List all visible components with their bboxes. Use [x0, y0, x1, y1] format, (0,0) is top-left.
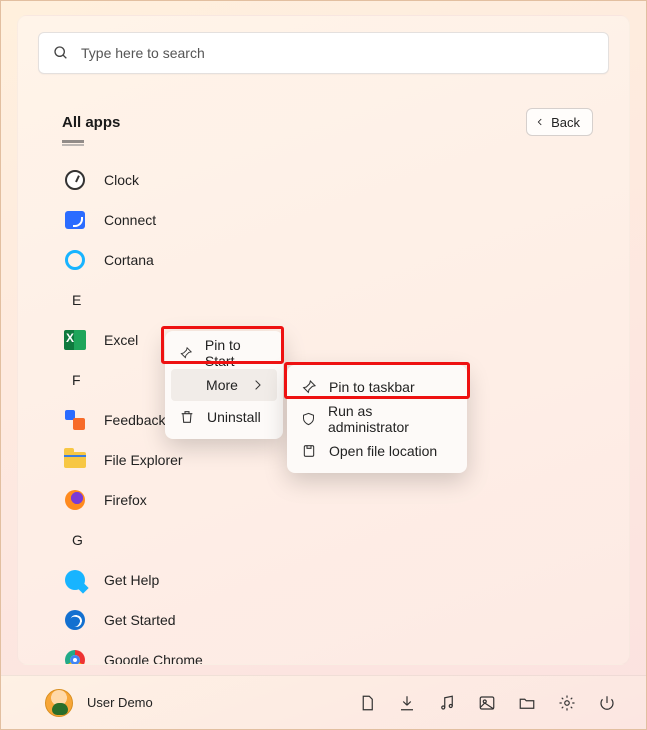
start-menu-panel: Type here to search All apps Back Clock …	[17, 15, 630, 665]
ctx-uninstall[interactable]: Uninstall	[171, 401, 277, 433]
pin-icon	[179, 345, 193, 361]
ctx-more[interactable]: More	[171, 369, 277, 401]
ctx-open-file-location[interactable]: Open file location	[293, 435, 461, 467]
ctx-label: Pin to Start	[205, 337, 265, 369]
all-apps-heading: All apps	[62, 114, 120, 131]
app-label: Excel	[104, 332, 138, 348]
search-icon	[53, 45, 69, 61]
chevron-right-icon	[250, 377, 265, 393]
chevron-left-icon	[535, 117, 545, 127]
section-e[interactable]: E	[64, 280, 629, 320]
excel-icon	[64, 329, 86, 351]
back-label: Back	[551, 115, 580, 130]
ctx-label: Uninstall	[207, 409, 261, 425]
search-box[interactable]: Type here to search	[38, 32, 609, 74]
app-get-started[interactable]: Get Started	[64, 600, 629, 640]
ctx-label: Open file location	[329, 443, 437, 459]
app-label: Get Started	[104, 612, 176, 628]
user-name[interactable]: User Demo	[87, 695, 153, 710]
get-started-icon	[64, 609, 86, 631]
app-label: Firefox	[104, 492, 147, 508]
section-label: F	[72, 372, 81, 388]
firefox-icon	[64, 489, 86, 511]
scroll-indicator	[62, 140, 84, 146]
feedback-icon	[64, 409, 86, 431]
user-avatar-icon[interactable]	[45, 689, 73, 717]
pictures-icon[interactable]	[478, 694, 496, 712]
app-clock[interactable]: Clock	[64, 160, 629, 200]
downloads-icon[interactable]	[398, 694, 416, 712]
app-google-chrome[interactable]: Google Chrome	[64, 640, 629, 665]
app-label: Get Help	[104, 572, 159, 588]
ctx-run-as-admin[interactable]: Run as administrator	[293, 403, 461, 435]
app-get-help[interactable]: Get Help	[64, 560, 629, 600]
app-label: File Explorer	[104, 452, 183, 468]
documents-icon[interactable]	[358, 694, 376, 712]
app-excel[interactable]: Excel	[64, 320, 629, 360]
section-label: G	[72, 532, 83, 548]
app-firefox[interactable]: Firefox	[64, 480, 629, 520]
cortana-icon	[64, 249, 86, 271]
app-label: Feedback	[104, 412, 165, 428]
trash-icon	[179, 409, 195, 425]
app-label: Connect	[104, 212, 156, 228]
shield-icon	[301, 411, 316, 427]
power-icon[interactable]	[598, 694, 616, 712]
start-footer: User Demo	[1, 675, 646, 729]
app-cortana[interactable]: Cortana	[64, 240, 629, 280]
ctx-pin-to-start[interactable]: Pin to Start	[171, 337, 277, 369]
pin-icon	[301, 379, 317, 395]
get-help-icon	[64, 569, 86, 591]
section-label: E	[72, 292, 81, 308]
ctx-pin-to-taskbar[interactable]: Pin to taskbar	[293, 371, 461, 403]
ctx-label: Run as administrator	[328, 403, 449, 435]
music-icon[interactable]	[438, 694, 456, 712]
app-label: Google Chrome	[104, 652, 203, 665]
settings-icon[interactable]	[558, 694, 576, 712]
app-label: Clock	[104, 172, 139, 188]
app-connect[interactable]: Connect	[64, 200, 629, 240]
app-label: Cortana	[104, 252, 154, 268]
clock-icon	[64, 169, 86, 191]
chrome-icon	[64, 649, 86, 665]
back-button[interactable]: Back	[526, 108, 593, 136]
context-menu: Pin to Start More Uninstall	[165, 331, 283, 439]
context-submenu-more: Pin to taskbar Run as administrator Open…	[287, 365, 467, 473]
ctx-label: Pin to taskbar	[329, 379, 415, 395]
footer-tray	[358, 694, 616, 712]
ctx-label: More	[206, 377, 238, 393]
search-placeholder: Type here to search	[81, 45, 205, 61]
file-explorer-icon	[64, 449, 86, 471]
folder-open-icon	[301, 443, 317, 459]
section-g[interactable]: G	[64, 520, 629, 560]
connect-icon	[64, 209, 86, 231]
files-icon[interactable]	[518, 694, 536, 712]
